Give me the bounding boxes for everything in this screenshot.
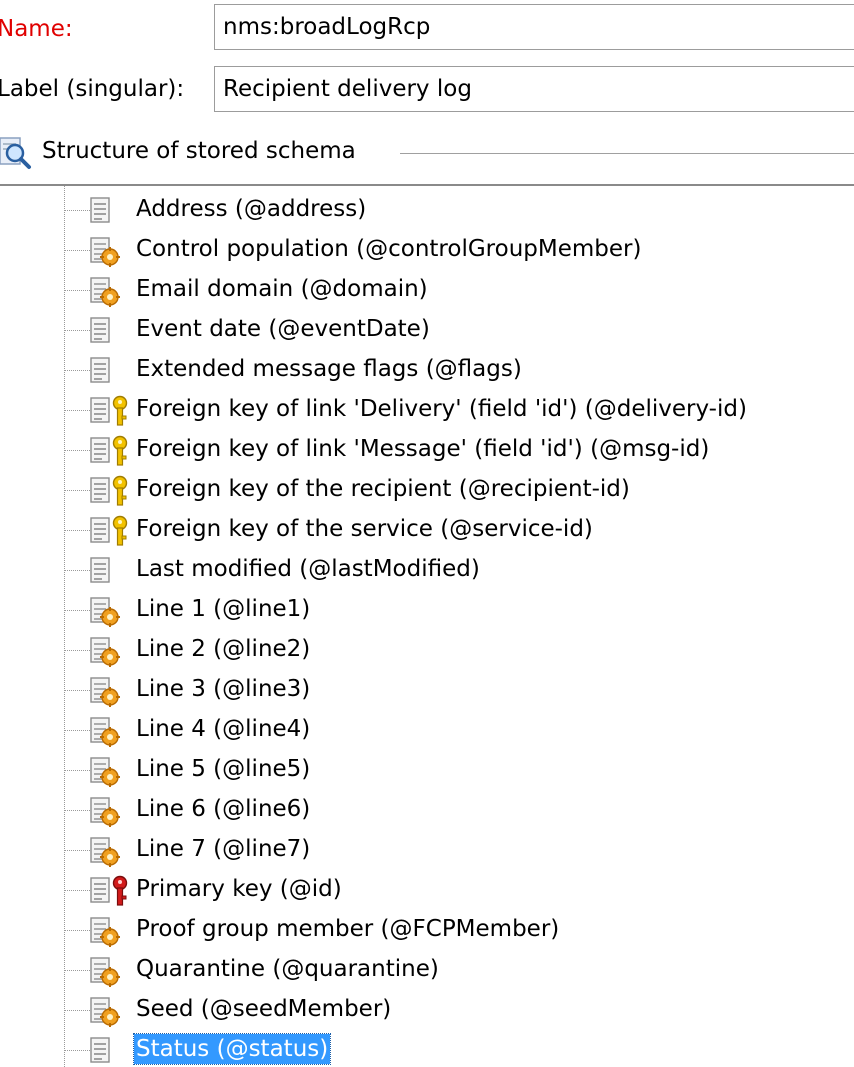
tree-item[interactable]: Quarantine (@quarantine) — [64, 950, 854, 990]
name-label: Name: — [0, 16, 73, 42]
label-singular-label: Label (singular): — [0, 76, 185, 102]
computed-field-icon — [90, 955, 134, 987]
foreign-key-icon — [90, 435, 134, 467]
computed-field-icon — [90, 995, 134, 1027]
tree-item[interactable]: Address (@address) — [64, 190, 854, 230]
tree-item[interactable]: Line 5 (@line5) — [64, 750, 854, 790]
schema-editor: Name: nms:broadLogRcp Label (singular): … — [0, 0, 854, 1067]
stored-schema-group: Structure of stored schema — [0, 132, 854, 172]
tree-item[interactable]: Primary key (@id) — [64, 870, 854, 910]
name-field[interactable]: nms:broadLogRcp — [214, 4, 854, 50]
computed-field-icon — [90, 235, 134, 267]
label-singular-field[interactable]: Recipient delivery log — [214, 66, 854, 112]
computed-field-icon — [90, 635, 134, 667]
computed-field-icon — [90, 915, 134, 947]
tree-item[interactable]: Event date (@eventDate) — [64, 310, 854, 350]
tree-item[interactable]: Foreign key of the recipient (@recipient… — [64, 470, 854, 510]
computed-field-icon — [90, 715, 134, 747]
field-icon — [90, 195, 134, 227]
primary-key-icon — [90, 875, 134, 907]
tree-item[interactable]: Line 7 (@line7) — [64, 830, 854, 870]
tree-branch-line — [64, 850, 90, 851]
tree-branch-line — [64, 970, 90, 971]
tree-item[interactable]: Status (@status) — [64, 1030, 854, 1067]
tree-branch-line — [64, 810, 90, 811]
tree-item-label: Quarantine (@quarantine) — [136, 956, 439, 982]
tree-item-label: Extended message flags (@flags) — [136, 356, 522, 382]
tree-item[interactable]: Line 3 (@line3) — [64, 670, 854, 710]
tree-item-label: Foreign key of the recipient (@recipient… — [136, 476, 630, 502]
tree-item-label: Line 1 (@line1) — [136, 596, 311, 622]
tree-item[interactable]: Extended message flags (@flags) — [64, 350, 854, 390]
tree-item-label: Seed (@seedMember) — [136, 996, 392, 1022]
tree-branch-line — [64, 410, 90, 411]
tree-branch-line — [64, 570, 90, 571]
tree-branch-line — [64, 930, 90, 931]
tree-item[interactable]: Line 4 (@line4) — [64, 710, 854, 750]
tree-item-label: Last modified (@lastModified) — [136, 556, 480, 582]
tree-branch-line — [64, 690, 90, 691]
tree-branch-line — [64, 290, 90, 291]
tree-branch-line — [64, 210, 90, 211]
tree-item-label: Proof group member (@FCPMember) — [136, 916, 560, 942]
tree-item[interactable]: Foreign key of link 'Delivery' (field 'i… — [64, 390, 854, 430]
tree-item[interactable]: Foreign key of link 'Message' (field 'id… — [64, 430, 854, 470]
group-separator — [400, 153, 854, 155]
foreign-key-icon — [90, 395, 134, 427]
tree-item[interactable]: Line 1 (@line1) — [64, 590, 854, 630]
tree-item-label: Address (@address) — [136, 196, 367, 222]
computed-field-icon — [90, 595, 134, 627]
tree-item-label: Line 6 (@line6) — [136, 796, 311, 822]
tree-item[interactable]: Email domain (@domain) — [64, 270, 854, 310]
tree-item-label: Foreign key of link 'Delivery' (field 'i… — [136, 396, 747, 422]
tree-item-label: Event date (@eventDate) — [136, 316, 430, 342]
tree-item-label: Line 4 (@line4) — [136, 716, 311, 742]
computed-field-icon — [90, 755, 134, 787]
computed-field-icon — [90, 675, 134, 707]
tree-item-label: Primary key (@id) — [136, 876, 342, 902]
tree-item-label: Status (@status) — [132, 1033, 332, 1065]
tree-item[interactable]: Foreign key of the service (@service-id) — [64, 510, 854, 550]
tree-branch-line — [64, 370, 90, 371]
tree-item-label: Email domain (@domain) — [136, 276, 428, 302]
tree-item-label: Line 5 (@line5) — [136, 756, 311, 782]
tree-item[interactable]: Seed (@seedMember) — [64, 990, 854, 1030]
field-icon — [90, 355, 134, 387]
tree-branch-line — [64, 610, 90, 611]
tree-branch-line — [64, 730, 90, 731]
tree-branch-line — [64, 450, 90, 451]
tree-branch-line — [64, 770, 90, 771]
tree-item[interactable]: Line 2 (@line2) — [64, 630, 854, 670]
tree-branch-line — [64, 530, 90, 531]
tree-item-label: Control population (@controlGroupMember) — [136, 236, 642, 262]
tree-item[interactable]: Last modified (@lastModified) — [64, 550, 854, 590]
tree-item[interactable]: Line 6 (@line6) — [64, 790, 854, 830]
magnifier-icon — [0, 137, 31, 169]
computed-field-icon — [90, 275, 134, 307]
tree-branch-line — [64, 490, 90, 491]
schema-tree[interactable]: Address (@address) Control population (@… — [0, 184, 854, 1067]
computed-field-icon — [90, 835, 134, 867]
tree-branch-line — [64, 890, 90, 891]
tree-item-label: Foreign key of link 'Message' (field 'id… — [136, 436, 710, 462]
tree-item-label: Line 2 (@line2) — [136, 636, 311, 662]
foreign-key-icon — [90, 475, 134, 507]
field-icon — [90, 315, 134, 347]
tree-branch-line — [64, 650, 90, 651]
tree-item-label: Line 7 (@line7) — [136, 836, 311, 862]
tree-branch-line — [64, 330, 90, 331]
field-icon — [90, 1035, 134, 1067]
tree-branch-line — [64, 250, 90, 251]
foreign-key-icon — [90, 515, 134, 547]
field-icon — [90, 555, 134, 587]
tree-item-label: Foreign key of the service (@service-id) — [136, 516, 593, 542]
computed-field-icon — [90, 795, 134, 827]
tree-branch-line — [64, 1010, 90, 1011]
tree-item[interactable]: Control population (@controlGroupMember) — [64, 230, 854, 270]
group-title: Structure of stored schema — [42, 136, 362, 166]
tree-item[interactable]: Proof group member (@FCPMember) — [64, 910, 854, 950]
tree-item-label: Line 3 (@line3) — [136, 676, 311, 702]
tree-branch-line — [64, 1050, 90, 1051]
